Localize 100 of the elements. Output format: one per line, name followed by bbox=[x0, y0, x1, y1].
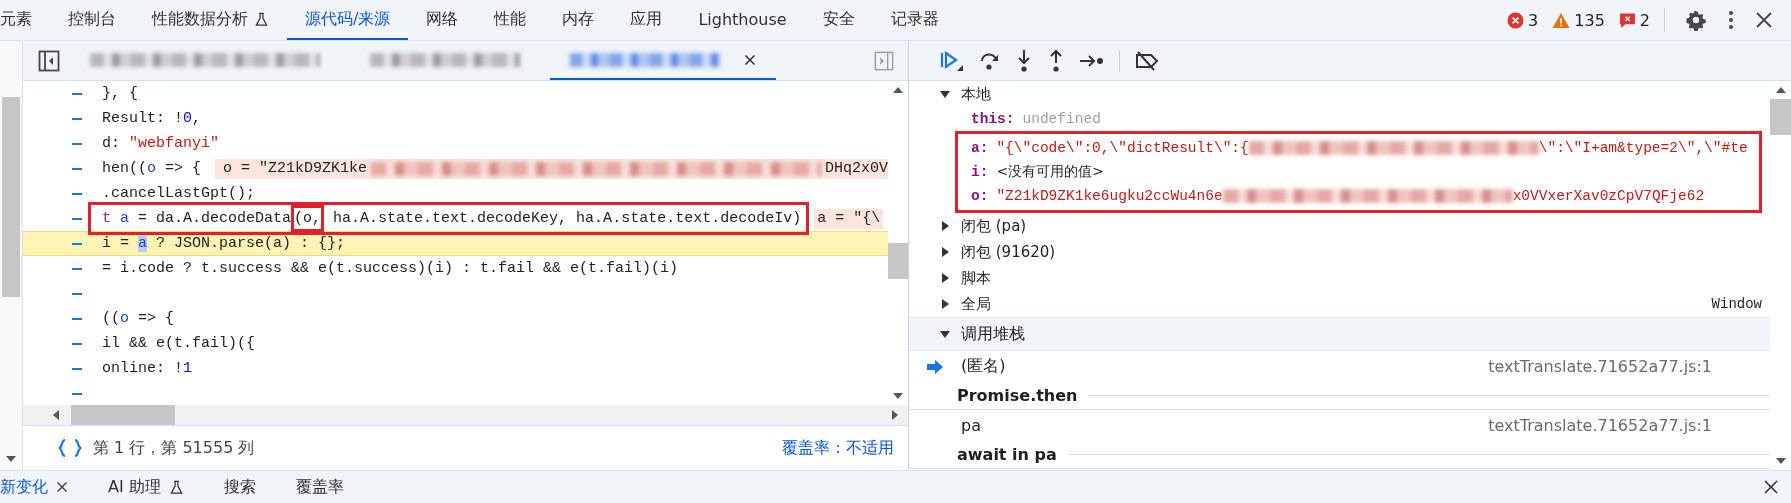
collapsed-arrow-icon bbox=[939, 246, 951, 258]
issue-icon bbox=[1618, 11, 1636, 29]
scroll-right-icon[interactable] bbox=[892, 410, 898, 420]
panel-tab[interactable]: 控制台 bbox=[50, 0, 134, 40]
tree-item[interactable]: 本地 bbox=[909, 81, 1770, 107]
tree-item[interactable]: 闭包 (pa) bbox=[909, 213, 1770, 239]
close-icon[interactable] bbox=[744, 53, 756, 66]
call-frame[interactable]: pa textTranslate.71652a77.js:1 bbox=[909, 410, 1770, 441]
value-text: a = "{\ bbox=[817, 210, 881, 227]
code-text: ha.A.state.text.decodeKey, ha.A.state.text.decodeIv) bbox=[332, 210, 802, 227]
panel-tab[interactable]: 应用 bbox=[612, 0, 681, 40]
error-count[interactable]: 3 bbox=[1507, 10, 1539, 30]
panel-tab[interactable]: 网络 bbox=[408, 0, 477, 40]
variable-value: x0VVxerXav0zCpV7QFje62 bbox=[1512, 188, 1705, 204]
panel-tab[interactable]: 性能数据分析 bbox=[134, 0, 287, 40]
async-label: await in pa bbox=[957, 445, 1057, 464]
variable-value: "{\"code\":0,\"dictResult\":{ bbox=[996, 140, 1249, 156]
collapsed-arrow-icon bbox=[939, 298, 951, 310]
panel-tab[interactable]: 记录器 bbox=[872, 0, 957, 40]
code-text: ((o => { bbox=[102, 310, 175, 327]
scope-title: 全局 bbox=[961, 294, 991, 314]
code-text: = i.code ? t.success && e(t.success)(i) : t.fail && e(t.fail)(i) bbox=[102, 260, 679, 277]
expanded-arrow-icon bbox=[939, 328, 951, 340]
deactivate-breakpoints-icon[interactable] bbox=[1134, 49, 1160, 72]
code-text: .cancelLastGpt(); bbox=[102, 185, 256, 202]
scroll-down-icon[interactable] bbox=[893, 393, 903, 399]
variable-value: <没有可用的值> bbox=[996, 163, 1104, 181]
close-icon[interactable] bbox=[56, 481, 68, 493]
source-location[interactable]: textTranslate.71652a77.js:1 bbox=[1488, 416, 1712, 435]
variable-name: this: bbox=[971, 111, 1015, 127]
drawer-tab[interactable]: 覆盖率 bbox=[283, 471, 372, 503]
scroll-up-icon[interactable] bbox=[893, 87, 903, 93]
section-title: 调用堆栈 bbox=[961, 323, 1025, 345]
close-icon[interactable] bbox=[1755, 11, 1773, 29]
pretty-print-icon[interactable] bbox=[57, 438, 83, 458]
value-text: DHq2x0V bbox=[825, 160, 888, 177]
more-menu-icon[interactable] bbox=[1727, 9, 1735, 31]
code-text: Result: !0, bbox=[102, 110, 202, 127]
panel-tab[interactable]: 元素 bbox=[0, 0, 50, 40]
scroll-down-icon[interactable] bbox=[1775, 458, 1786, 464]
call-frame[interactable]: (匿名) textTranslate.71652a77.js:1 bbox=[909, 351, 1770, 382]
annotation-box: (o, bbox=[291, 205, 325, 232]
function-name: pa bbox=[961, 416, 981, 435]
sidebar-toggle-icon[interactable] bbox=[38, 49, 60, 72]
resume-icon[interactable] bbox=[939, 48, 965, 73]
variable-value: \":\"I+am&type=2\",\"#te bbox=[1538, 140, 1748, 156]
collapsed-arrow-icon bbox=[939, 220, 951, 232]
coverage-link[interactable]: 覆盖率：不适用 bbox=[782, 437, 894, 459]
code-text: hen((o => { bbox=[102, 160, 202, 177]
variable-name: o: bbox=[971, 188, 989, 204]
code-text: d: "webfanyi" bbox=[102, 135, 220, 152]
function-name: (匿名) bbox=[961, 356, 1006, 377]
step-into-icon[interactable] bbox=[1015, 48, 1033, 73]
scroll-up-icon[interactable] bbox=[1775, 87, 1786, 93]
scope-title: 闭包 (pa) bbox=[961, 216, 1027, 236]
expanded-arrow-icon bbox=[939, 88, 951, 100]
scrollbar-thumb[interactable] bbox=[1770, 99, 1791, 135]
scrollbar-thumb[interactable] bbox=[888, 243, 908, 279]
sidebar-toggle-icon[interactable] bbox=[874, 50, 894, 71]
panel-tab[interactable]: Lighthouse bbox=[680, 0, 805, 40]
tree-item[interactable]: 闭包 (91620) bbox=[909, 239, 1770, 265]
panel-tab[interactable]: 性能 bbox=[476, 0, 545, 40]
value-text: Window bbox=[1711, 296, 1762, 312]
code-text: t a = da.A.decodeData bbox=[102, 210, 292, 227]
scroll-left-icon[interactable] bbox=[53, 410, 59, 420]
scope-title: 脚本 bbox=[961, 268, 991, 288]
collapsed-arrow-icon bbox=[939, 272, 951, 284]
code-text: il && e(t.fail)({ bbox=[102, 335, 256, 352]
settings-icon[interactable] bbox=[1685, 9, 1707, 31]
async-label: Promise.then bbox=[957, 386, 1078, 405]
warning-count[interactable]: 135 bbox=[1552, 10, 1605, 30]
scrollbar-thumb[interactable] bbox=[2, 97, 20, 297]
value-text: o = "Z21kD9ZK1ke bbox=[223, 160, 368, 177]
panel-tab[interactable]: 安全 bbox=[804, 0, 873, 40]
variable-value: undefined bbox=[1022, 111, 1101, 127]
scope-title: 本地 bbox=[961, 84, 991, 104]
flask-icon bbox=[254, 11, 269, 27]
tree-item[interactable]: 脚本 bbox=[909, 265, 1770, 291]
code-text: i = a ? JSON.parse(a) : {}; bbox=[102, 235, 346, 252]
drawer-tab[interactable]: 搜索 bbox=[211, 471, 284, 503]
panel-tab[interactable]: 内存 bbox=[544, 0, 613, 40]
flask-icon bbox=[168, 479, 184, 495]
scrollbar[interactable] bbox=[23, 405, 908, 425]
variable-name: a: bbox=[971, 140, 989, 156]
drawer-tab[interactable]: AI 助理 bbox=[96, 471, 212, 503]
scope-title: 闭包 (91620) bbox=[961, 242, 1056, 262]
scroll-down-icon[interactable] bbox=[6, 456, 16, 462]
issue-count[interactable]: 2 bbox=[1618, 10, 1650, 30]
drawer-tab[interactable]: 新变化 bbox=[0, 471, 96, 503]
variable-value: "Z21kD9ZK1ke6ugku2ccWu4n6e bbox=[996, 188, 1223, 204]
variable-name: i: bbox=[971, 164, 989, 180]
error-icon bbox=[1507, 11, 1525, 29]
scrollbar-thumb[interactable] bbox=[71, 405, 175, 425]
code-text: online: !1 bbox=[102, 360, 193, 377]
source-location[interactable]: textTranslate.71652a77.js:1 bbox=[1488, 357, 1712, 376]
section-header[interactable]: 调用堆栈 bbox=[909, 317, 1770, 351]
close-icon[interactable] bbox=[1763, 479, 1779, 495]
code-text: }, { bbox=[102, 85, 138, 102]
tree-item[interactable]: 全局 Window bbox=[909, 291, 1770, 317]
cursor-position: 第 1 行，第 51555 列 bbox=[93, 437, 255, 459]
